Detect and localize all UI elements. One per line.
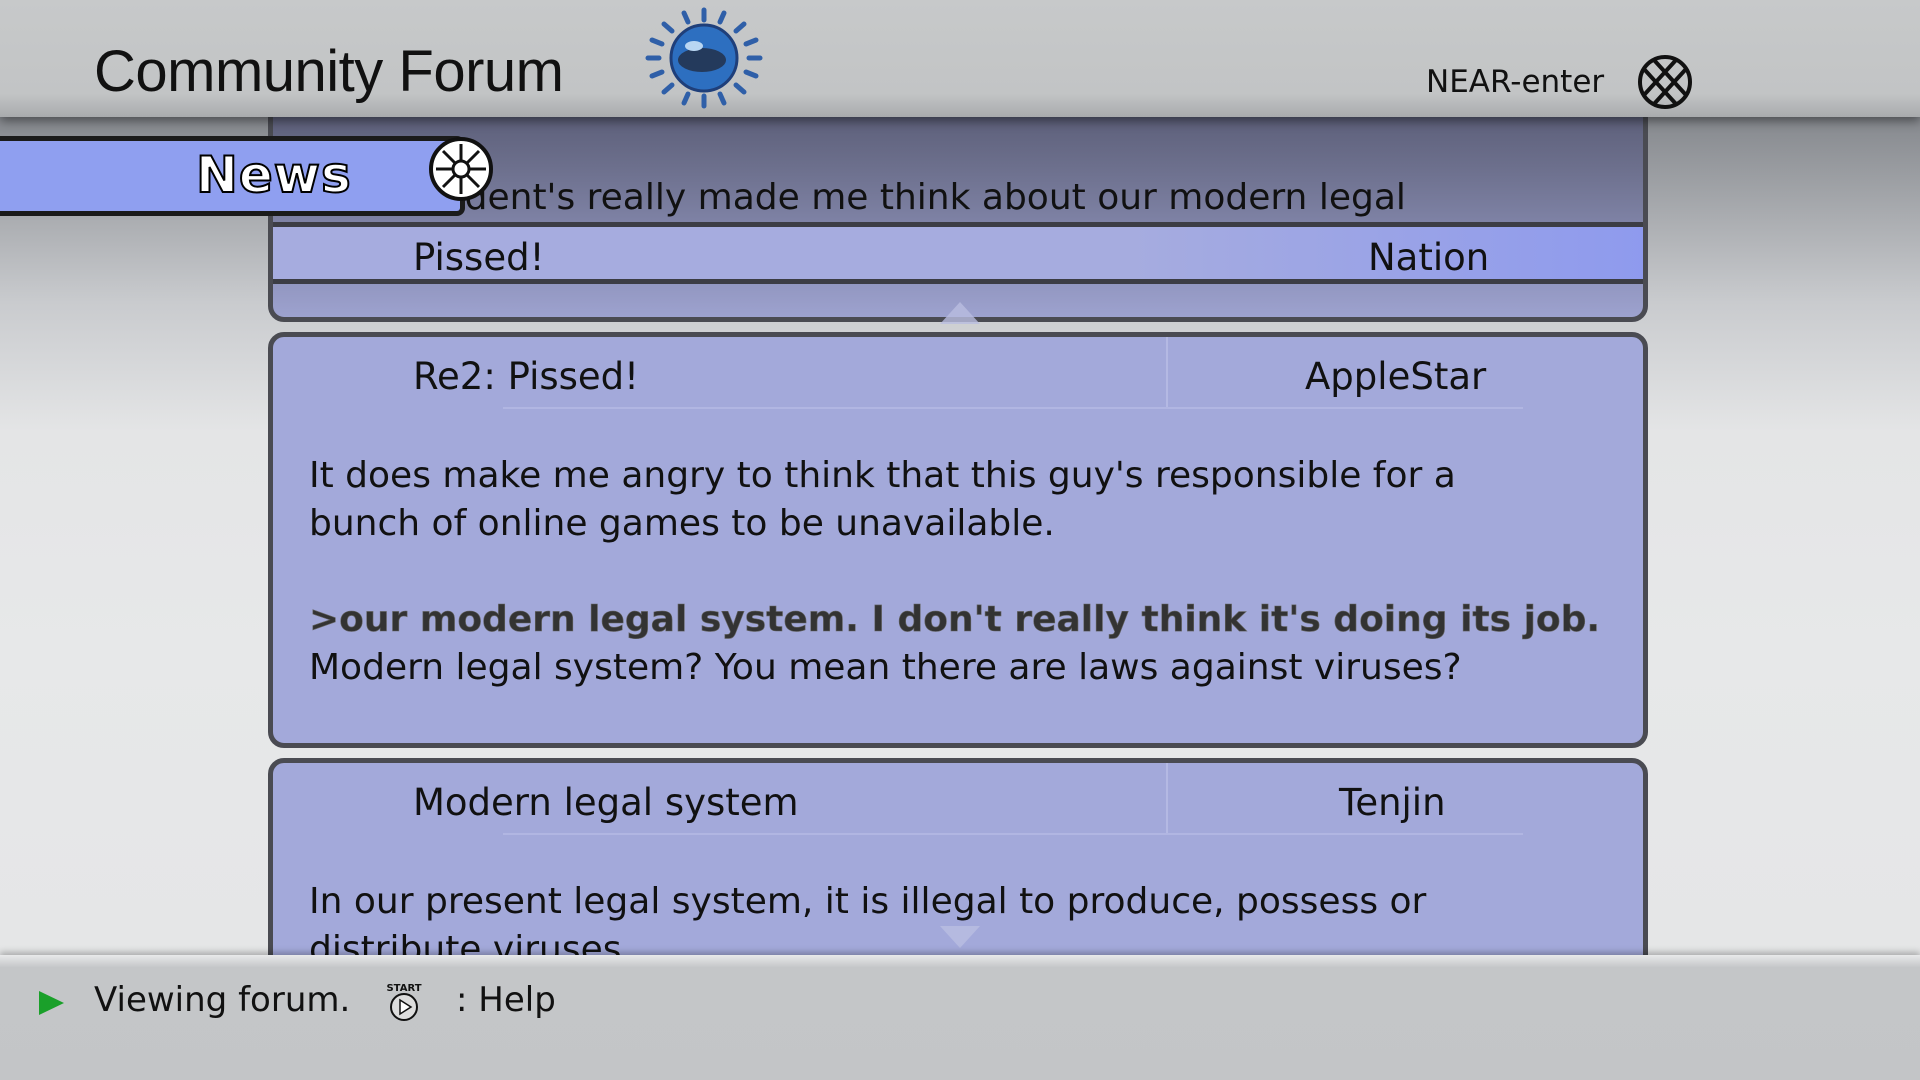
post-header-selected[interactable]: Pissed! Nation	[273, 222, 1643, 284]
category-label: News	[195, 145, 352, 205]
post-subject: Modern legal system	[413, 781, 799, 824]
scroll-up-icon[interactable]	[938, 300, 982, 328]
post-header: Re2: Pissed! AppleStar	[273, 337, 1643, 409]
start-icon-label: START	[386, 983, 421, 994]
post-subject: Re2: Pissed!	[413, 355, 639, 398]
top-bar: Community Forum NEAR-enter	[0, 0, 1920, 117]
post-author: AppleStar	[1305, 355, 1487, 398]
forum-post[interactable]: Re2: Pissed! AppleStar It does make me a…	[268, 332, 1648, 748]
compass-icon	[429, 137, 493, 201]
page-title: Community Forum	[94, 39, 564, 104]
status-text: Viewing forum.	[94, 980, 351, 1020]
start-button-icon: START	[386, 983, 422, 1021]
network-globe-icon	[1638, 55, 1692, 109]
post-author: Nation	[1368, 236, 1490, 279]
scroll-down-icon[interactable]	[938, 922, 982, 950]
header-divider	[1166, 337, 1168, 407]
post-body-line: It does make me angry to think that this…	[309, 455, 1456, 496]
help-hint-text: : Help	[456, 980, 556, 1020]
post-quote-line: >our modern legal system. I don't really…	[309, 599, 1601, 641]
post-body-line: In our present legal system, it is illeg…	[309, 881, 1427, 922]
header-underline	[503, 407, 1523, 409]
post-subject: Pissed!	[413, 236, 545, 279]
header-divider	[1166, 763, 1168, 833]
post-body-line: bunch of online games to be unavailable.	[309, 503, 1055, 544]
network-status-label: NEAR-enter	[1426, 64, 1605, 100]
post-header: Modern legal system Tenjin	[273, 763, 1643, 835]
play-arrow-icon	[39, 991, 64, 1015]
header-underline	[503, 833, 1523, 835]
post-author: Tenjin	[1339, 781, 1446, 824]
post-body-line: Modern legal system? You mean there are …	[309, 647, 1462, 688]
globe-logo-icon	[645, 7, 763, 109]
